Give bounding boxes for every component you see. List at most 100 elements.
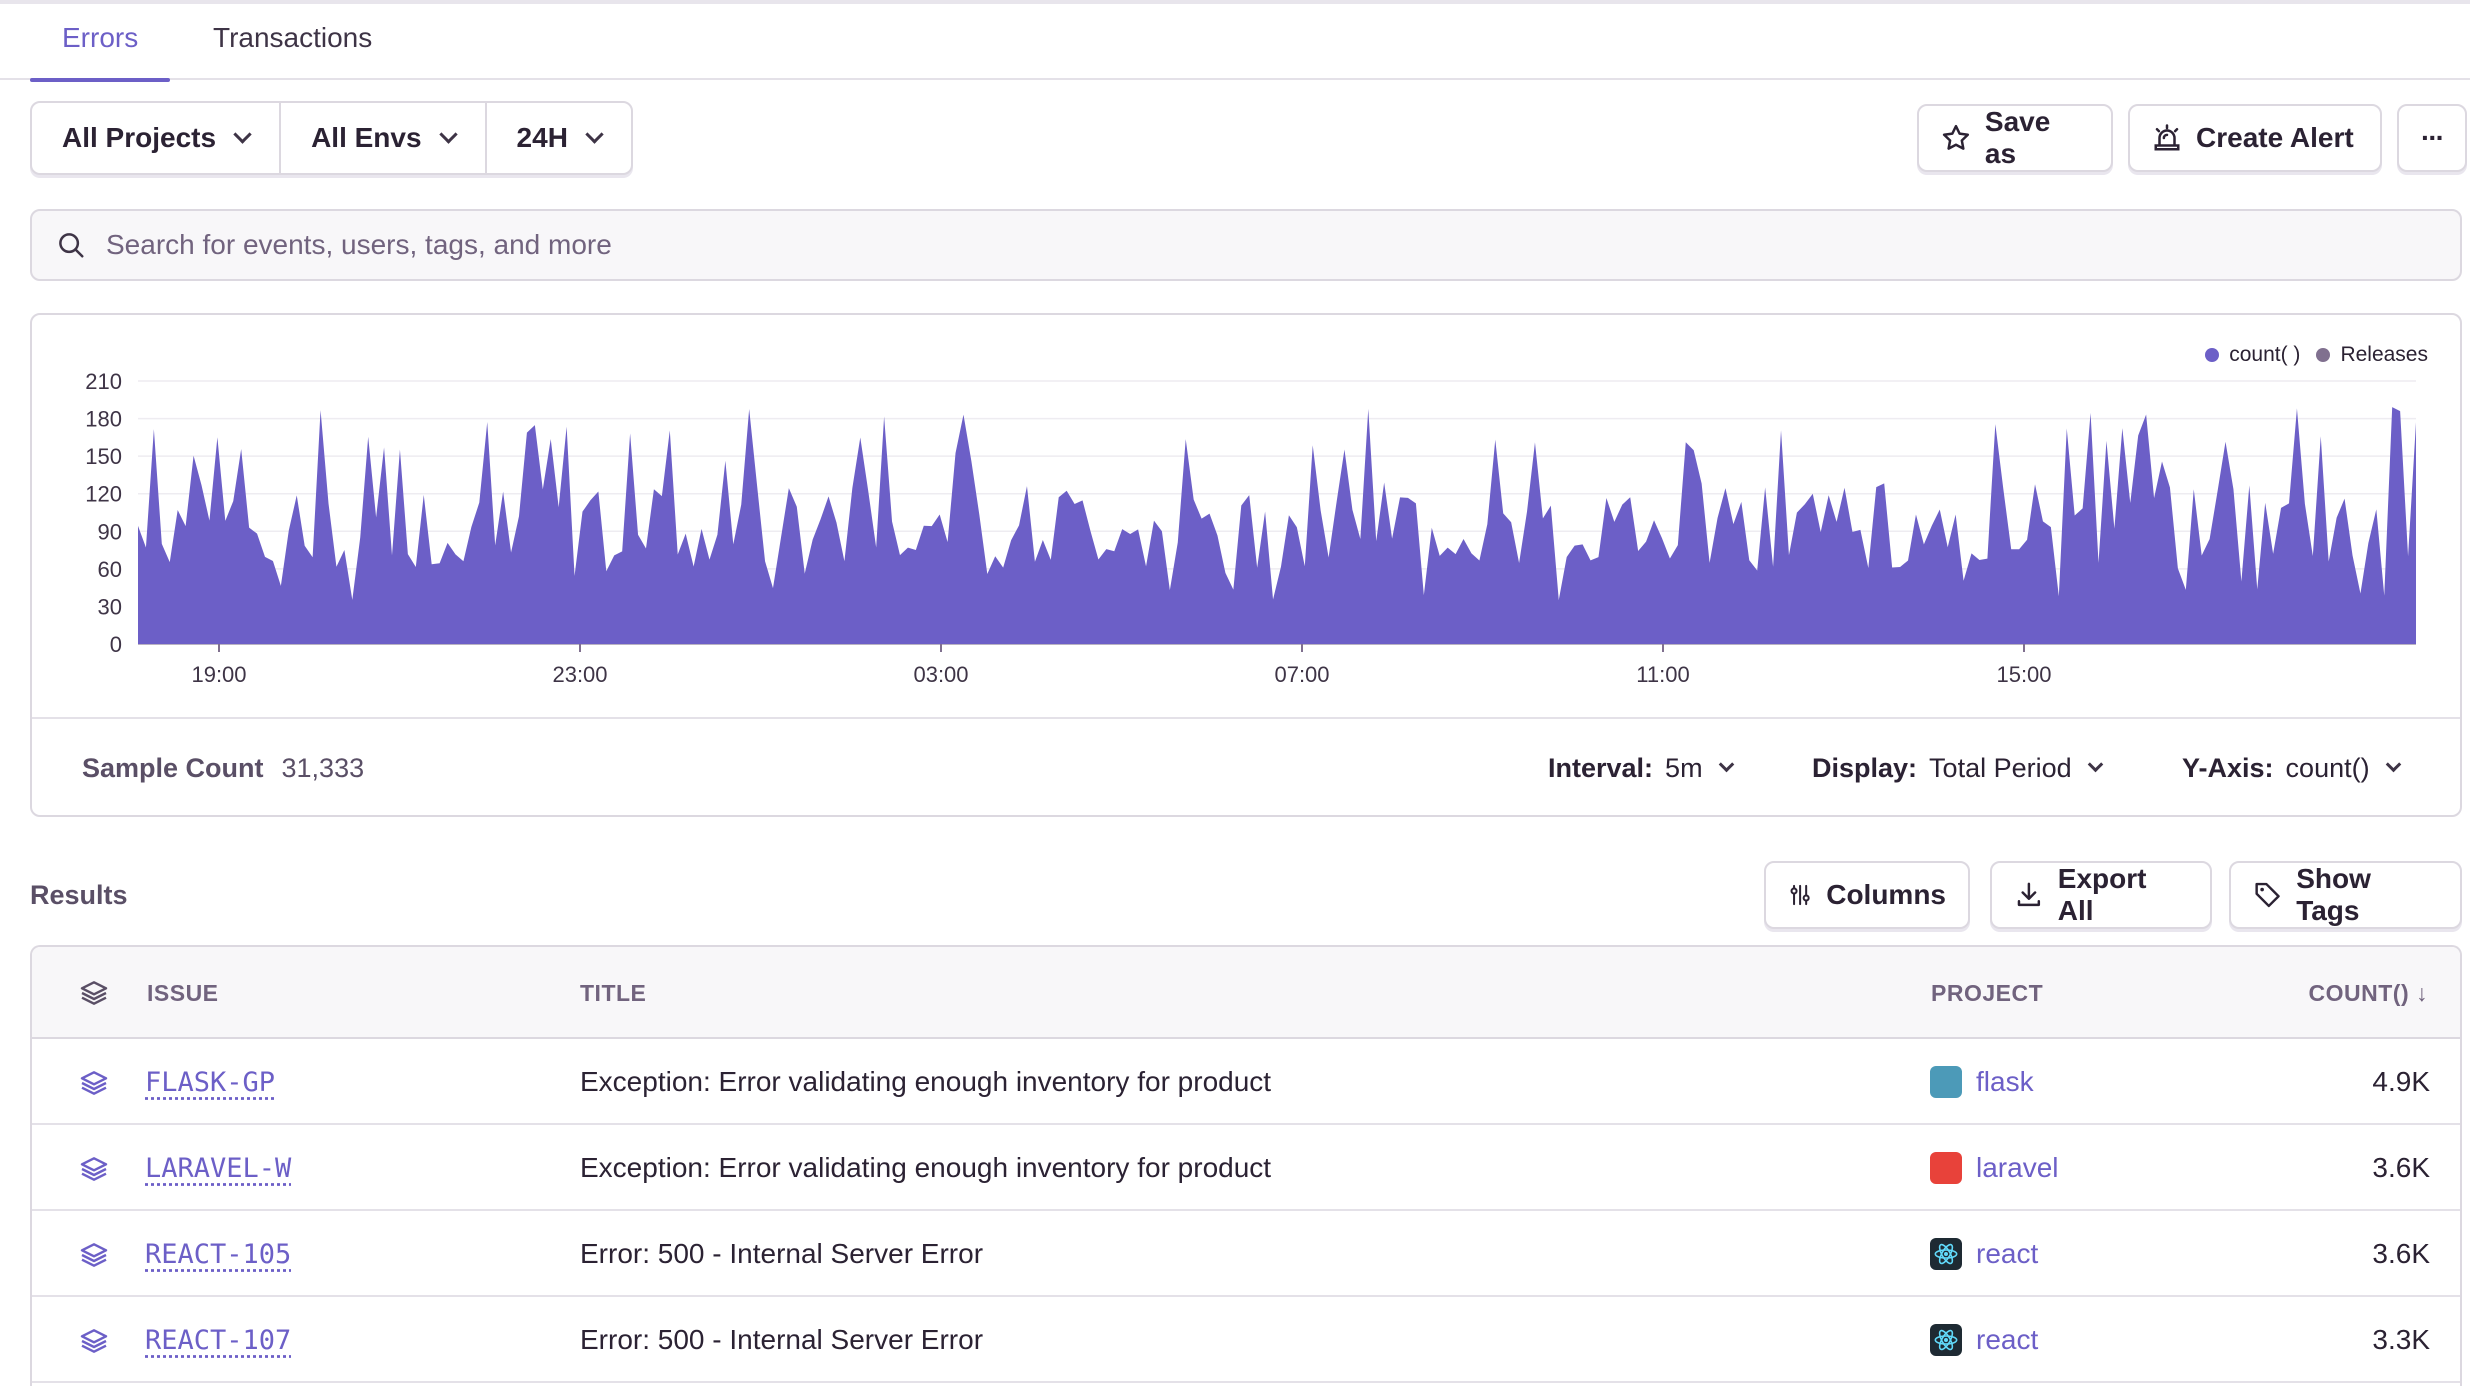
laravel-project-icon [1930, 1152, 1962, 1184]
save-as-label: Save as [1984, 106, 2051, 169]
y-tick-label: 0 [110, 632, 122, 657]
stack-icon [80, 1071, 108, 1095]
legend-dot [2205, 348, 2220, 362]
issue-title: Exception: Error validating enough inven… [580, 1152, 1272, 1183]
count-value: 3.6K [2372, 1152, 2430, 1183]
react-logo-icon [1934, 1243, 1958, 1265]
save-as-button[interactable]: Save as [1917, 104, 2113, 172]
project-cell[interactable]: react [1930, 1211, 2038, 1297]
project-filter-label: All Projects [62, 122, 217, 153]
search-bar[interactable] [30, 209, 2462, 281]
display-selector[interactable]: Display: Total Period [1812, 719, 2103, 817]
legend-item-releases[interactable]: Releases [2316, 343, 2428, 367]
chart-footer: Sample Count 31,333 Interval: 5m Display… [32, 717, 2460, 815]
issue-title: Error: 500 - Internal Server Error [580, 1324, 984, 1355]
react-logo-icon [1934, 1329, 1958, 1351]
search-input[interactable] [106, 229, 2306, 261]
ellipsis-icon: ··· [2421, 122, 2445, 153]
issue-link[interactable]: FLASK-GP [145, 1067, 275, 1098]
events-chart-panel: 0 30 60 90 120 150 180 210 19:00 23:00 03:00 07:00 1… [30, 313, 2462, 817]
stack-icon [80, 1157, 108, 1181]
page-filter-bar: All Projects All Envs 24H [30, 101, 633, 175]
legend-dot [2316, 348, 2331, 362]
columns-button[interactable]: Columns [1764, 861, 1970, 929]
y-tick-label: 210 [85, 369, 122, 394]
sliders-icon [1790, 884, 1810, 906]
interval-value: 5m [1665, 752, 1703, 783]
column-header-title[interactable]: TITLE [580, 947, 646, 1039]
table-header: ISSUE TITLE PROJECT COUNT() ↓ [32, 947, 2460, 1039]
chevron-down-icon [438, 124, 458, 144]
table-row: REACT-107 Error: 500 - Internal Server E… [32, 1297, 2460, 1383]
yaxis-label: Y-Axis: [2182, 752, 2274, 783]
y-tick-label: 30 [98, 594, 122, 619]
tab-bar: Errors Transactions [0, 4, 2470, 82]
tab-transactions[interactable]: Transactions [213, 4, 372, 80]
column-header-issue[interactable]: ISSUE [147, 947, 219, 1039]
chevron-down-icon [1718, 756, 1734, 772]
display-label: Display: [1812, 752, 1918, 783]
count-series-area [138, 407, 2416, 644]
project-cell[interactable]: flask [1930, 1039, 2034, 1125]
yaxis-selector[interactable]: Y-Axis: count() [2182, 719, 2401, 817]
count-value: 3.6K [2372, 1238, 2430, 1269]
more-options-button[interactable]: ··· [2397, 104, 2467, 172]
legend-label-count: count( ) [2229, 343, 2301, 366]
issue-title: Exception: Error validating enough inven… [580, 1066, 1272, 1097]
events-area-chart: 0 30 60 90 120 150 180 210 19:00 23:00 03:00 07:00 1… [85, 369, 2416, 687]
project-name: laravel [1976, 1152, 2059, 1183]
chevron-down-icon [233, 124, 252, 144]
count-value: 4.9K [2372, 1066, 2430, 1097]
show-tags-button[interactable]: Show Tags [2229, 861, 2462, 929]
project-name: flask [1976, 1066, 2034, 1097]
project-cell[interactable]: laravel [1930, 1125, 2058, 1211]
yaxis-value: count() [2285, 752, 2370, 783]
chevron-down-icon [2087, 756, 2103, 772]
export-all-button[interactable]: Export All [1990, 861, 2212, 929]
stack-icon [80, 1329, 108, 1353]
table-row: REACT-105 Error: 500 - Internal Server E… [32, 1211, 2460, 1297]
sample-count: Sample Count 31,333 [82, 719, 364, 817]
interval-selector[interactable]: Interval: 5m [1548, 719, 1734, 817]
react-project-icon [1930, 1238, 1962, 1270]
issue-link[interactable]: REACT-105 [145, 1239, 291, 1270]
y-tick-label: 60 [98, 557, 122, 582]
period-filter-button[interactable]: 24H [487, 103, 631, 173]
chart-legend: count( ) Releases [2189, 343, 2428, 367]
tab-errors[interactable]: Errors [29, 4, 171, 82]
project-name: react [1976, 1238, 2039, 1269]
project-name: react [1976, 1324, 2039, 1355]
flask-project-icon [1930, 1066, 1962, 1098]
export-all-label: Export All [2057, 863, 2147, 926]
sample-count-label: Sample Count [82, 752, 264, 783]
x-tick-label: 19:00 [191, 662, 246, 687]
siren-icon [2154, 124, 2180, 151]
download-icon [2017, 882, 2041, 907]
react-project-icon [1930, 1324, 1962, 1356]
x-tick-label: 15:00 [1996, 662, 2051, 687]
issue-link[interactable]: LARAVEL-W [145, 1153, 291, 1184]
columns-label: Columns [1826, 879, 1946, 910]
y-tick-label: 120 [85, 482, 122, 507]
issue-title: Error: 500 - Internal Server Error [580, 1238, 984, 1269]
column-header-project[interactable]: PROJECT [1931, 947, 2043, 1039]
project-cell[interactable]: react [1930, 1297, 2038, 1383]
legend-label-releases: Releases [2340, 343, 2428, 366]
x-tick-label: 23:00 [552, 662, 607, 687]
column-header-count[interactable]: COUNT() ↓ [2309, 947, 2428, 1039]
stack-icon [80, 981, 108, 1005]
create-alert-button[interactable]: Create Alert [2128, 104, 2382, 172]
period-filter-label: 24H [516, 122, 568, 153]
y-tick-label: 180 [85, 407, 122, 432]
y-tick-label: 150 [85, 444, 122, 469]
env-filter-label: All Envs [311, 122, 422, 153]
table-row: LARAVEL-W Exception: Error validating en… [32, 1125, 2460, 1211]
legend-item-count[interactable]: count( ) [2205, 343, 2300, 367]
star-icon [1942, 124, 1970, 150]
env-filter-button[interactable]: All Envs [281, 103, 487, 173]
issue-link[interactable]: REACT-107 [145, 1325, 291, 1356]
interval-label: Interval: [1548, 752, 1654, 783]
x-tick-label: 11:00 [1636, 662, 1689, 687]
project-filter-button[interactable]: All Projects [32, 103, 282, 173]
results-heading: Results [30, 880, 128, 910]
